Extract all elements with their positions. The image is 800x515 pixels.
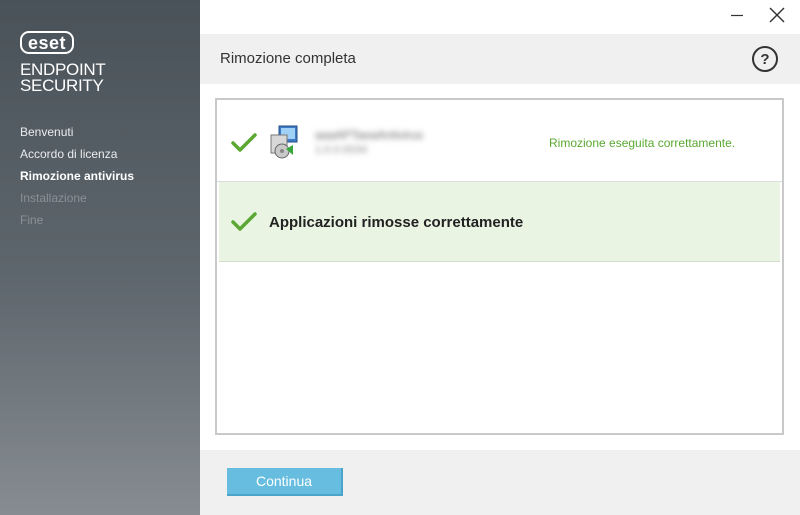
check-icon <box>231 133 257 152</box>
minimize-icon <box>731 14 743 17</box>
help-icon: ? <box>760 50 770 68</box>
footer: Continua <box>200 450 800 515</box>
product-name-line2: SECURITY <box>20 76 104 95</box>
step-benvenuti: Benvenuti <box>20 125 74 139</box>
step-installazione: Installazione <box>20 191 87 205</box>
product-name: ENDPOINT SECURITY <box>20 61 106 95</box>
step-fine: Fine <box>20 213 44 227</box>
step-rimozione-antivirus: Rimozione antivirus <box>20 169 135 183</box>
close-button[interactable] <box>766 4 788 26</box>
step-accordo-licenza: Accordo di licenza <box>20 147 118 161</box>
removed-app-row: aaaAPTaeaAntivirus 1.0.0.0034 Rimozione … <box>217 100 782 182</box>
continue-button[interactable]: Continua <box>227 468 343 496</box>
window-controls <box>726 4 788 26</box>
sidebar: eset ENDPOINT SECURITY Benvenuti Accordo… <box>0 0 200 515</box>
app-name: aaaAPTaeaAntivirus <box>315 128 424 142</box>
page-title: Rimozione completa <box>220 50 356 67</box>
check-icon <box>231 212 257 231</box>
help-button[interactable]: ? <box>752 46 778 72</box>
logo-badge: eset <box>20 31 75 54</box>
removal-results-panel: aaaAPTaeaAntivirus 1.0.0.0034 Rimozione … <box>215 98 784 435</box>
minimize-button[interactable] <box>726 4 748 26</box>
eset-logo: eset ENDPOINT SECURITY <box>20 31 106 95</box>
close-icon <box>769 7 785 23</box>
app-removal-status: Rimozione eseguita correttamente. <box>549 136 736 150</box>
summary-text: Applicazioni rimosse correttamente <box>269 214 524 231</box>
installer-icon <box>270 125 298 159</box>
page-header: Rimozione completa ? <box>200 34 800 84</box>
setup-steps: Benvenuti Accordo di licenza Rimozione a… <box>20 121 134 231</box>
app-version: 1.0.0.0034 <box>315 144 367 156</box>
summary-row: Applicazioni rimosse correttamente <box>219 182 780 262</box>
